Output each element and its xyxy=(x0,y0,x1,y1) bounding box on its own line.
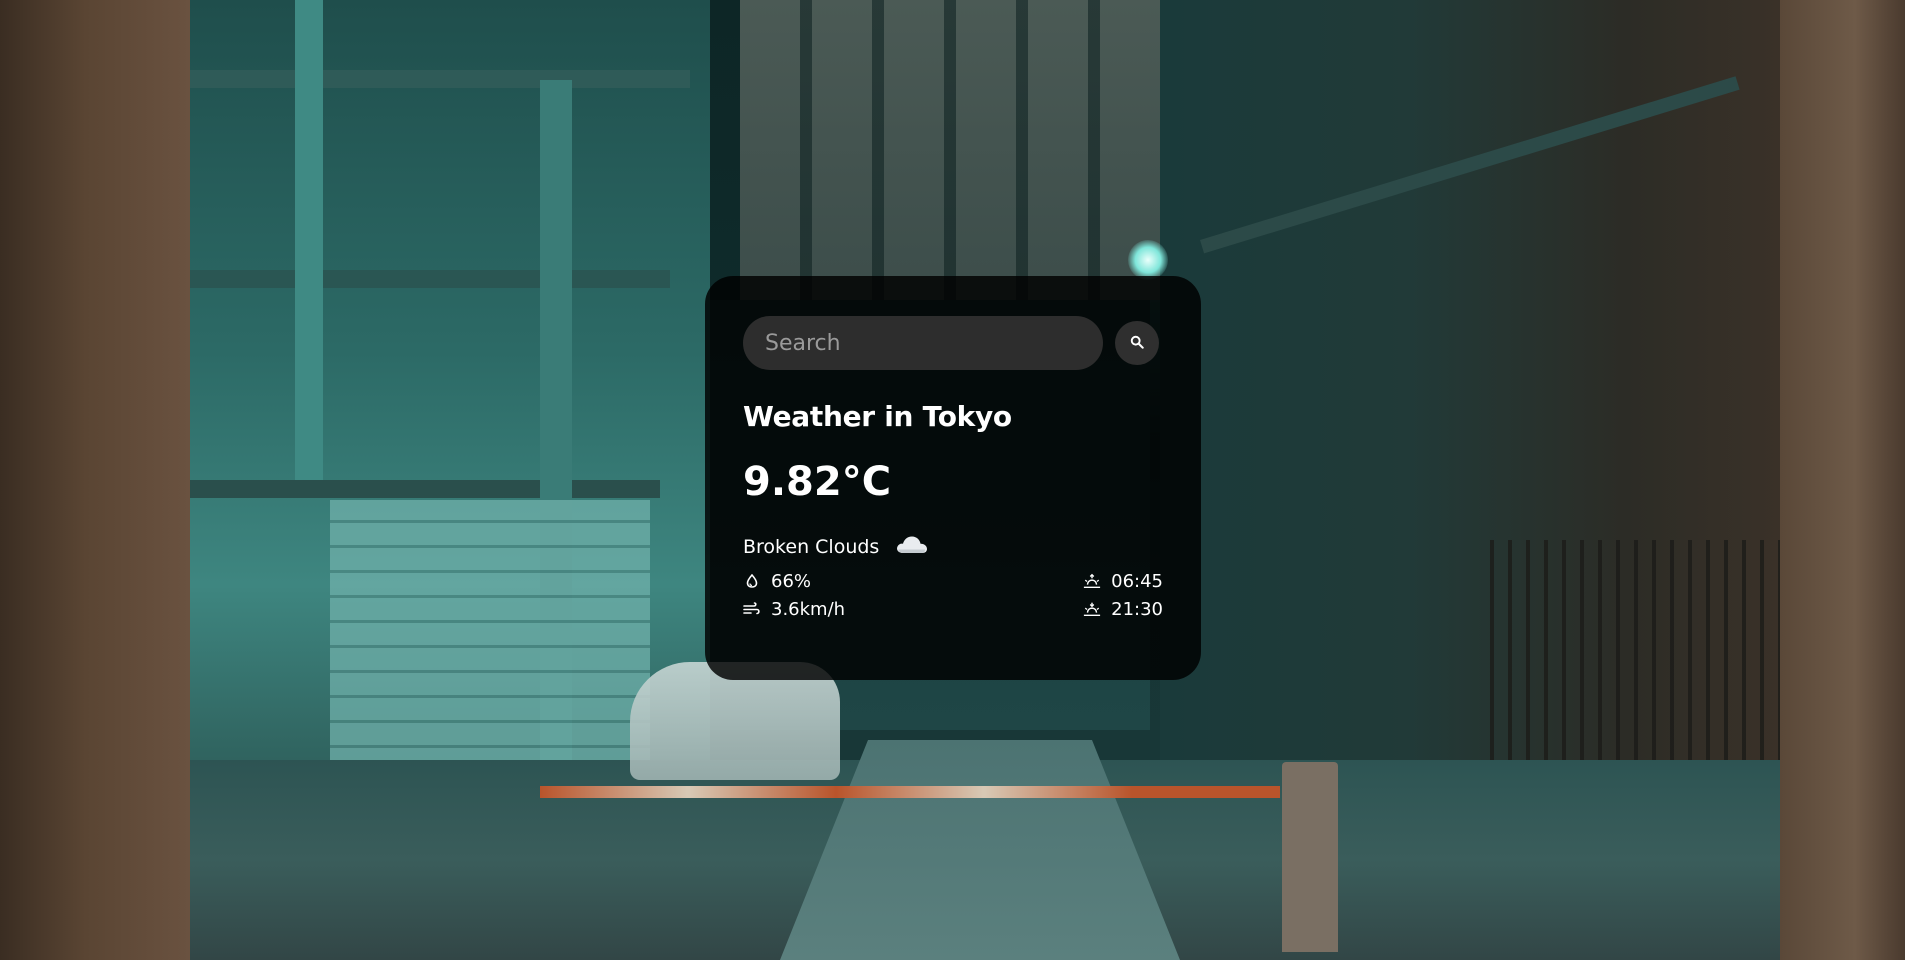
background-photo: Weather in Tokyo 9.82°C Broken Clouds xyxy=(0,0,1905,960)
weather-card: Weather in Tokyo 9.82°C Broken Clouds xyxy=(705,276,1201,680)
sunrise-time: 06:45 xyxy=(1111,570,1163,592)
weather-stats: 66% 3.6km/h 06:45 21:30 xyxy=(743,570,1163,620)
sunrise-icon xyxy=(1083,572,1101,590)
background-pillar xyxy=(295,0,323,480)
wind-stat: 3.6km/h xyxy=(743,598,845,620)
background-floor-slab xyxy=(190,480,660,498)
search-button[interactable] xyxy=(1115,321,1159,365)
background-apartment-block xyxy=(740,0,1160,300)
search-icon xyxy=(1130,335,1144,352)
stats-left-column: 66% 3.6km/h xyxy=(743,570,845,620)
temperature: 9.82°C xyxy=(743,459,892,505)
sunset-icon xyxy=(1083,600,1101,618)
sunrise-stat: 06:45 xyxy=(1083,570,1163,592)
background-brick-wall xyxy=(330,500,650,770)
cloud-icon xyxy=(895,533,929,560)
wind-icon xyxy=(743,600,761,618)
background-floor-slab xyxy=(190,70,690,88)
background-barrier-post xyxy=(1282,762,1338,952)
wind-speed-value: 3.6km/h xyxy=(771,598,846,620)
sunset-time: 21:30 xyxy=(1111,598,1163,620)
background-right-wall xyxy=(1780,0,1905,960)
search-input[interactable] xyxy=(743,316,1103,370)
background-street-lamp xyxy=(1128,240,1168,280)
humidity-value: 66% xyxy=(771,570,812,592)
city-title: Weather in Tokyo xyxy=(743,400,1012,433)
background-floor-slab xyxy=(190,270,670,288)
background-barrier xyxy=(540,786,1280,798)
weather-description-row: Broken Clouds xyxy=(743,533,1163,560)
humidity-stat: 66% xyxy=(743,570,845,592)
weather-description: Broken Clouds xyxy=(743,535,880,558)
water-drop-icon xyxy=(743,572,761,590)
sunset-stat: 21:30 xyxy=(1083,598,1163,620)
stats-right-column: 06:45 21:30 xyxy=(1083,570,1163,620)
search-bar xyxy=(743,316,1163,370)
background-left-wall xyxy=(0,0,190,960)
